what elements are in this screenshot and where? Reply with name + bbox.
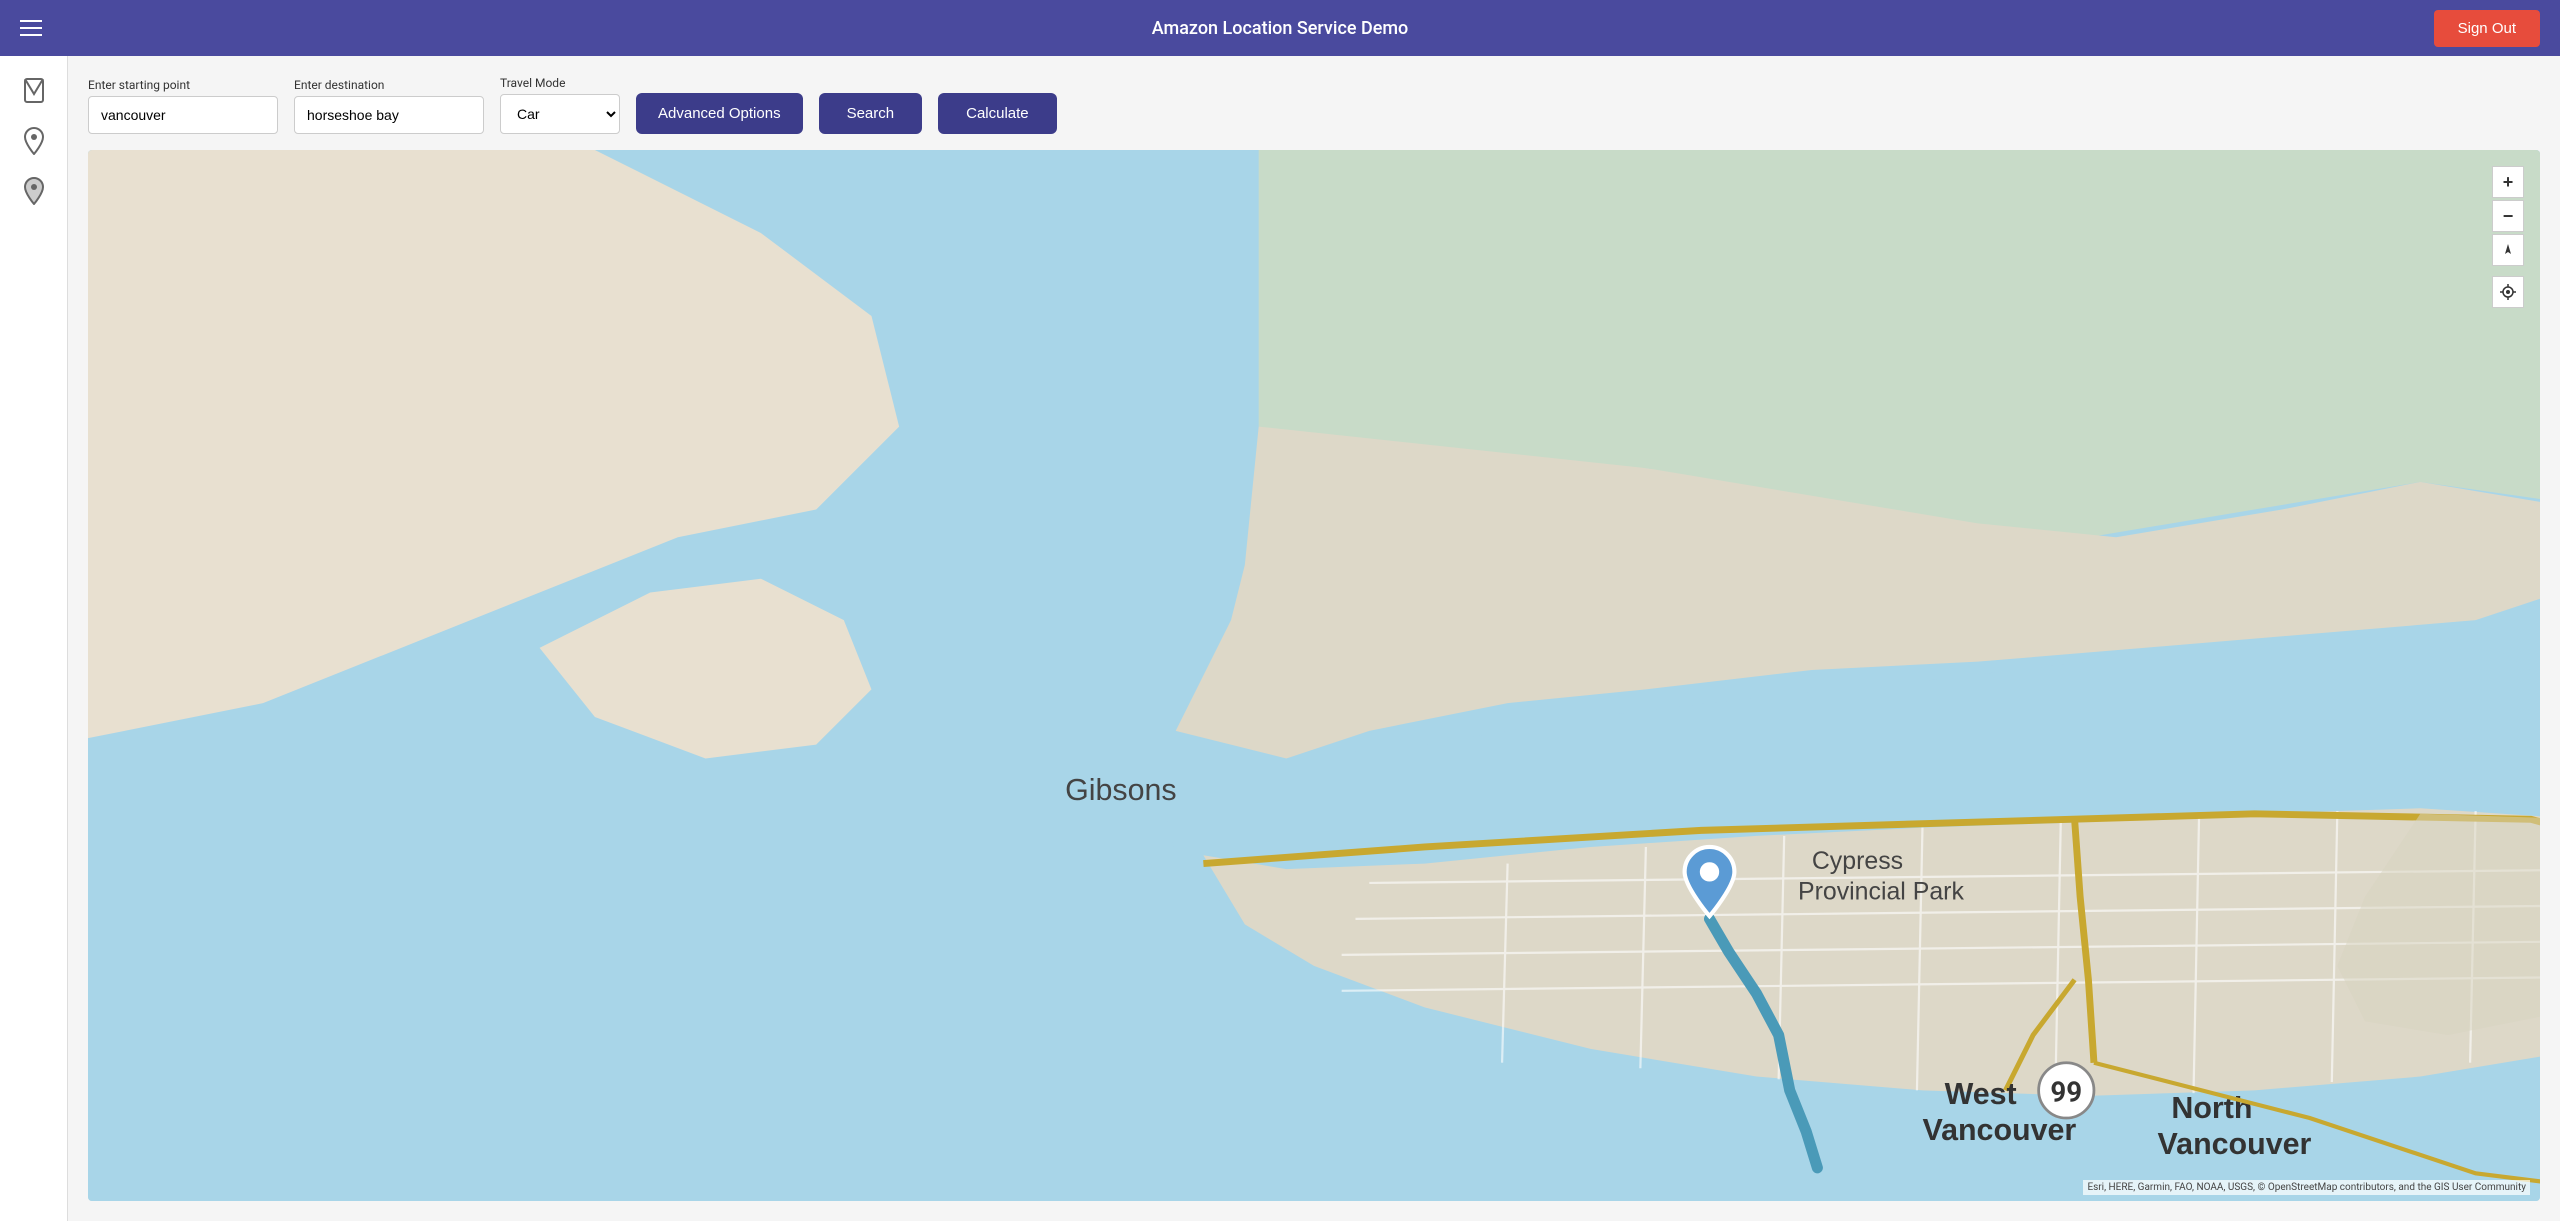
locate-button[interactable]: [2492, 276, 2524, 308]
travel-mode-label: Travel Mode: [500, 76, 620, 90]
controls-bar: Enter starting point Enter destination T…: [88, 76, 2540, 134]
search-button[interactable]: Search: [819, 93, 923, 134]
svg-text:Cypress: Cypress: [1812, 847, 1903, 875]
svg-text:99: 99: [2050, 1075, 2082, 1108]
map-container: 99 Gibsons: [88, 150, 2540, 1201]
travel-mode-select[interactable]: Car Truck Walking: [500, 94, 620, 134]
starting-point-group: Enter starting point: [88, 78, 278, 134]
starting-point-input[interactable]: [88, 96, 278, 134]
sidebar: [0, 56, 68, 1221]
app-title: Amazon Location Service Demo: [1152, 18, 1408, 39]
svg-text:West: West: [1945, 1077, 2017, 1111]
app-layout: Enter starting point Enter destination T…: [0, 56, 2560, 1221]
travel-mode-group: Travel Mode Car Truck Walking: [500, 76, 620, 134]
map-svg: 99 Gibsons: [88, 150, 2540, 1201]
sidebar-icon-location-dest[interactable]: [19, 176, 49, 206]
menu-icon[interactable]: [20, 20, 42, 36]
destination-input[interactable]: [294, 96, 484, 134]
sign-out-button[interactable]: Sign Out: [2434, 10, 2540, 47]
svg-text:Vancouver: Vancouver: [1922, 1113, 2076, 1147]
main-content: Enter starting point Enter destination T…: [68, 56, 2560, 1221]
calculate-button[interactable]: Calculate: [938, 93, 1057, 134]
reset-bearing-button[interactable]: [2492, 234, 2524, 266]
svg-text:Provincial Park: Provincial Park: [1798, 878, 1964, 906]
map-attribution: Esri, HERE, Garmin, FAO, NOAA, USGS, © O…: [2083, 1180, 2530, 1195]
advanced-options-button[interactable]: Advanced Options: [636, 93, 803, 134]
svg-text:Vancouver: Vancouver: [2158, 1127, 2312, 1161]
sidebar-icon-bookmark[interactable]: [19, 76, 49, 106]
zoom-out-button[interactable]: −: [2492, 200, 2524, 232]
svg-text:Gibsons: Gibsons: [1065, 773, 1177, 807]
destination-group: Enter destination: [294, 78, 484, 134]
zoom-in-button[interactable]: +: [2492, 166, 2524, 198]
sidebar-icon-location-start[interactable]: [19, 126, 49, 156]
starting-point-label: Enter starting point: [88, 78, 278, 92]
app-header: Amazon Location Service Demo Sign Out: [0, 0, 2560, 56]
svg-text:North: North: [2171, 1091, 2252, 1125]
map-controls: + −: [2492, 166, 2524, 308]
destination-label: Enter destination: [294, 78, 484, 92]
